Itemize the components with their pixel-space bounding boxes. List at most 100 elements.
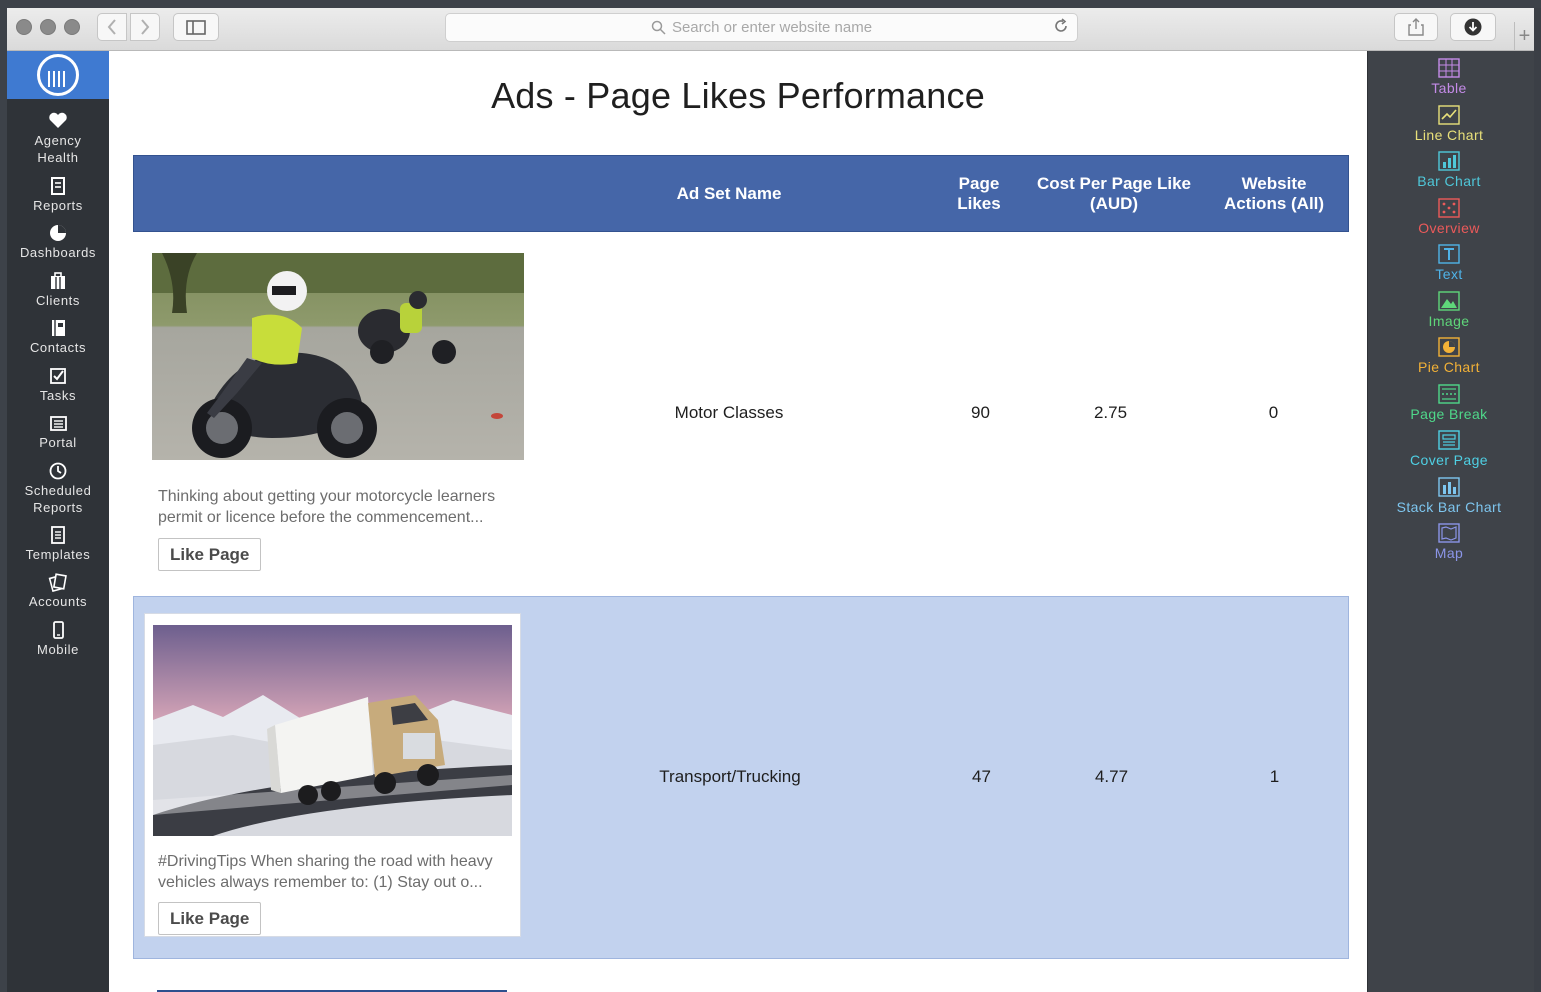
sidebar-item-label: Templates [25, 547, 91, 562]
column-header-label: Cost Per Page Like [1036, 173, 1191, 193]
share-icon [1408, 18, 1424, 36]
sidebar-item-clients[interactable]: Clients [7, 271, 109, 309]
logo-area[interactable] [7, 51, 109, 99]
image-icon [1438, 290, 1460, 311]
like-page-button[interactable]: Like Page [158, 902, 262, 935]
ad-body-text: #DrivingTips When sharing the road with … [158, 851, 518, 893]
download-icon [1464, 18, 1482, 36]
column-header-label: Likes [957, 193, 1001, 213]
widget-label: Pie Chart [1418, 359, 1480, 375]
widget-pie-chart[interactable]: Pie Chart [1368, 336, 1530, 375]
page-likes-cell: 90 [971, 403, 990, 422]
sidebar-toggle-button[interactable] [173, 13, 219, 41]
ad-body-line: #DrivingTips When sharing the road with … [158, 853, 493, 870]
ad-preview-card: Thinking about getting your motorcycle l… [152, 253, 524, 573]
close-window-button[interactable] [16, 19, 32, 35]
sidebar-item-label: Reports [33, 500, 83, 515]
widget-table[interactable]: Table [1368, 57, 1530, 96]
minimize-window-button[interactable] [40, 19, 56, 35]
sidebar-item-label: Portal [39, 435, 77, 450]
widget-page-break[interactable]: Page Break [1368, 383, 1530, 422]
website-actions-cell: 1 [1269, 767, 1280, 786]
downloads-button[interactable] [1450, 13, 1496, 41]
address-placeholder: Search or enter website name [671, 19, 873, 36]
sidebar-item-label: Contacts [29, 340, 87, 355]
widget-stack-bar-chart[interactable]: Stack Bar Chart [1368, 476, 1530, 515]
forward-button[interactable] [130, 13, 160, 41]
ad-set-name-cell: Transport/Trucking [659, 767, 801, 786]
text-icon [1438, 244, 1460, 264]
zoom-window-button[interactable] [64, 19, 80, 35]
sidebar-item-accounts[interactable]: Accounts [7, 572, 109, 610]
page-likes-cell: 47 [972, 767, 991, 786]
template-icon [51, 526, 65, 544]
sidebar-item-mobile[interactable]: Mobile [7, 620, 109, 658]
clock-icon [49, 462, 67, 480]
sidebar-item-label: Agency [34, 133, 82, 148]
widget-label: Stack Bar Chart [1396, 498, 1502, 515]
widget-label: Text [1435, 266, 1463, 282]
widget-line-chart[interactable]: Line Chart [1368, 104, 1530, 143]
widget-label: Page Break [1410, 405, 1488, 422]
widget-overview[interactable]: Overview [1368, 197, 1530, 236]
sidebar-icon [186, 19, 206, 35]
widget-text[interactable]: Text [1368, 243, 1530, 282]
heart-icon [49, 112, 67, 128]
widget-bar-chart[interactable]: Bar Chart [1368, 150, 1530, 189]
table-icon [1438, 58, 1460, 78]
sidebar-item-reports[interactable]: Reports [7, 176, 109, 214]
page-break-icon [1438, 383, 1460, 404]
column-header-cost-per-page-like: Cost Per Page Like (AUD) [1029, 156, 1199, 231]
sidebar-item-contacts[interactable]: Contacts [7, 318, 109, 356]
cost-per-like-cell: 2.75 [1093, 403, 1128, 422]
ad-preview-card: #DrivingTips When sharing the road with … [144, 613, 521, 937]
widget-label: Table [1431, 80, 1467, 96]
reload-icon[interactable] [1053, 18, 1069, 34]
share-button[interactable] [1394, 13, 1438, 41]
left-sidebar: Agency Health Reports Dashboards Clients Cont… [7, 51, 109, 992]
widget-panel: Table Line Chart Bar Chart Overview Text Imag… [1367, 51, 1534, 992]
column-header-label: Page [958, 173, 1000, 193]
cost-per-like-cell: 4.77 [1094, 767, 1129, 786]
widget-map[interactable]: Map [1368, 522, 1530, 561]
column-header-label: (AUD) [1089, 193, 1139, 213]
pie-icon [50, 225, 66, 241]
widget-cover-page[interactable]: Cover Page [1368, 429, 1530, 468]
sidebar-item-label: Scheduled [24, 483, 92, 498]
new-tab-button[interactable]: + [1514, 22, 1534, 50]
sidebar-item-tasks[interactable]: Tasks [7, 366, 109, 404]
column-header-website-actions: Website Actions (All) [1204, 156, 1344, 231]
mobile-icon [53, 621, 64, 639]
sidebar-item-scheduled[interactable]: Scheduled Reports [7, 461, 109, 516]
report-icon [51, 177, 65, 195]
app-window: Search or enter website name + Agency Hea… [0, 0, 1541, 992]
ad-body-text: Thinking about getting your motorcycle l… [158, 486, 524, 528]
ad-image-motorcycle [152, 253, 524, 460]
window-controls [16, 19, 80, 35]
table-header: Ad Set Name Page Likes Cost Per Page Lik… [133, 155, 1349, 232]
like-page-button[interactable]: Like Page [158, 538, 262, 571]
column-header-label: Website [1241, 173, 1307, 193]
sidebar-item-label: Mobile [37, 642, 79, 657]
app-logo [37, 54, 79, 96]
address-bar[interactable]: Search or enter website name [445, 13, 1078, 42]
sidebar-item-dashboards[interactable]: Dashboards [7, 223, 109, 261]
sidebar-item-label: Accounts [28, 594, 88, 609]
search-icon [651, 20, 666, 35]
back-button[interactable] [97, 13, 127, 41]
sidebar-item-agency[interactable]: Agency Health [7, 111, 109, 166]
column-header-label: Ad Set Name [676, 183, 782, 203]
widget-label: Bar Chart [1417, 173, 1481, 189]
pie-chart-icon [1438, 337, 1460, 357]
ad-image-truck [153, 625, 512, 836]
ad-set-name-cell: Motor Classes [674, 403, 784, 422]
sidebar-item-templates[interactable]: Templates [7, 525, 109, 563]
widget-label: Image [1428, 312, 1470, 329]
table-row: Thinking about getting your motorcycle l… [133, 233, 1349, 595]
table-row: #DrivingTips When sharing the road with … [133, 596, 1349, 959]
table-row [133, 960, 1349, 992]
column-header-page-likes: Page Likes [929, 156, 1029, 231]
overview-icon [1438, 197, 1460, 218]
widget-image[interactable]: Image [1368, 290, 1530, 329]
sidebar-item-portal[interactable]: Portal [7, 413, 109, 451]
